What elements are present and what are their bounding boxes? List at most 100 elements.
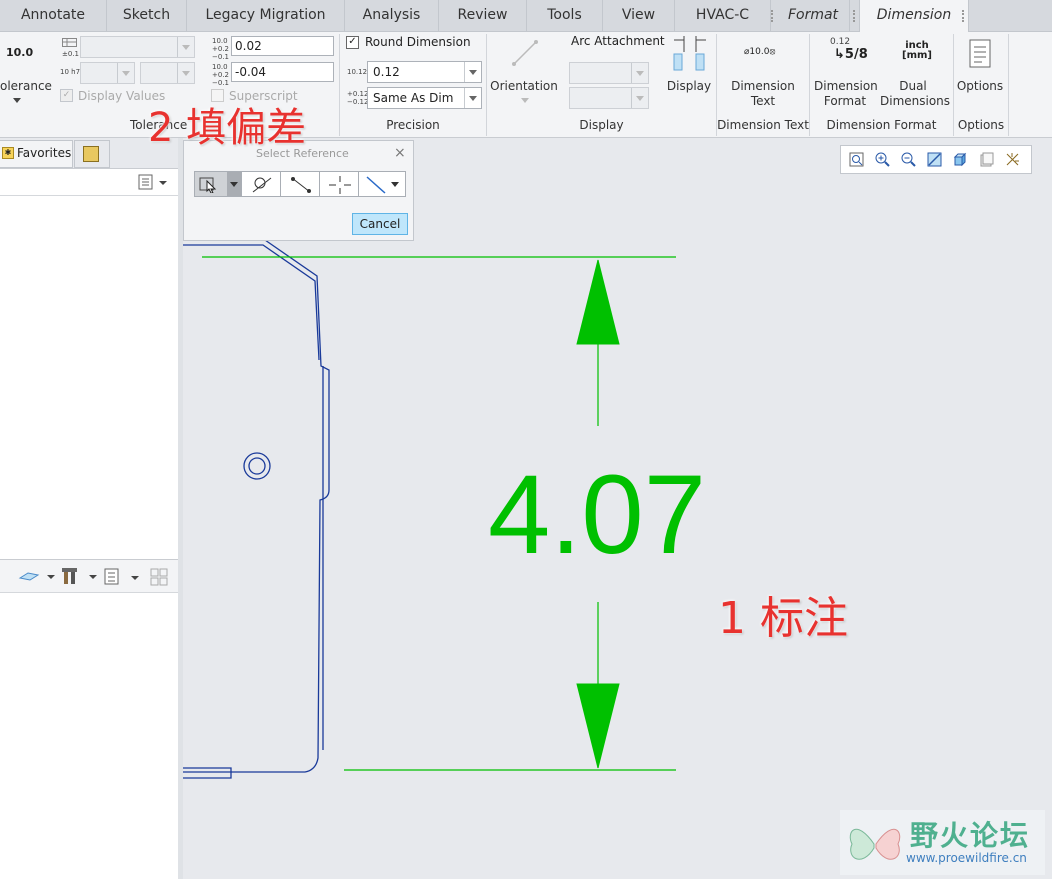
tab-favorites[interactable]: ✱ Favorites — [0, 140, 73, 168]
cancel-button[interactable]: Cancel — [352, 213, 408, 235]
annotation-step-2: 2 填偏差 — [148, 105, 307, 151]
tools-icon[interactable] — [62, 566, 100, 586]
tab-dimension[interactable]: Dimension — [859, 0, 969, 32]
orientation-icon[interactable] — [510, 38, 540, 68]
tab-folder-browser[interactable] — [74, 140, 110, 168]
close-icon[interactable]: × — [394, 145, 406, 161]
part-notch — [183, 767, 232, 779]
arrow-down-icon — [576, 683, 620, 769]
dimension-format-button[interactable]: Dimension Format — [814, 79, 878, 109]
filter-icon[interactable] — [150, 568, 170, 586]
group-separator — [1008, 34, 1009, 136]
crosshair-icon — [329, 176, 351, 194]
tolerance-table-select[interactable] — [80, 36, 195, 58]
round-dimension-label: Round Dimension — [365, 35, 471, 49]
tab-view[interactable]: View — [603, 0, 675, 31]
hole-circle — [243, 452, 271, 480]
tab-hvac-c[interactable]: HVAC-C — [675, 0, 771, 31]
diagonal-line-icon — [366, 176, 386, 194]
dual-dimensions-button[interactable]: Dual Dimensions — [880, 79, 950, 109]
part-outline — [183, 239, 330, 773]
dimension-text-group-label: Dimension Text — [717, 118, 809, 132]
tab-grip-icon — [771, 10, 777, 22]
chevron-down-icon[interactable] — [521, 98, 529, 103]
folder-icon — [83, 146, 99, 162]
edge-icon — [252, 177, 272, 193]
display-style-icon[interactable] — [953, 152, 968, 167]
chevron-down-icon[interactable] — [391, 182, 399, 187]
ribbon-tab-strip: Annotate Sketch Legacy Migration Analysi… — [0, 0, 1052, 32]
tab-sketch[interactable]: Sketch — [107, 0, 187, 31]
star-icon: ✱ — [2, 147, 14, 159]
part-inner-edge — [183, 244, 320, 361]
select-line-button[interactable] — [358, 171, 406, 197]
tab-grip-icon — [853, 10, 859, 22]
repaint-icon[interactable] — [927, 152, 942, 167]
favorites-tab-label: Favorites — [17, 146, 72, 160]
orientation-button[interactable]: Orientation — [490, 79, 558, 94]
watermark-title: 野火论坛 — [910, 819, 1031, 852]
round-dimension-checkbox[interactable]: ✓ — [346, 36, 359, 49]
forum-watermark: 野火论坛 www.proewildfire.cn — [840, 810, 1045, 875]
superscript-checkbox[interactable] — [211, 89, 224, 102]
dimension-text-icon[interactable]: ⌀10.0⦻ — [744, 47, 775, 57]
tab-analysis[interactable]: Analysis — [345, 0, 439, 31]
dimension-text-button[interactable]: Dimension Text — [725, 79, 801, 109]
lower-tolerance-field[interactable]: -0.04 — [231, 62, 334, 82]
arc-attachment-label: Arc Attachment — [571, 34, 665, 48]
sheet-setup-icon[interactable] — [979, 152, 994, 167]
shaft-fit-select[interactable] — [140, 62, 195, 84]
watermark-url: www.proewildfire.cn — [906, 851, 1027, 865]
model-tree-panel: ✱ Favorites — [0, 138, 179, 879]
fit-class-icon: 10 h7 — [60, 68, 81, 76]
show-menu-icon[interactable] — [138, 174, 168, 190]
upper-tolerance-icon: 10.0 +0.2 −0.1 — [212, 37, 229, 61]
tab-annotate[interactable]: Annotate — [0, 0, 107, 31]
tab-review[interactable]: Review — [439, 0, 527, 31]
options-icon[interactable] — [967, 39, 993, 69]
zoom-in-icon[interactable] — [875, 152, 890, 167]
dimension-value-text[interactable]: 4.07 — [462, 455, 732, 575]
display-witness-icon[interactable] — [672, 36, 708, 72]
tolerance-decimals-icon: +0.123 −0.123 — [347, 90, 373, 106]
tab-legacy-migration[interactable]: Legacy Migration — [187, 0, 345, 31]
chevron-down-icon[interactable] — [13, 98, 21, 103]
superscript-label: Superscript — [229, 89, 298, 103]
display-values-checkbox[interactable]: ✓ — [60, 89, 73, 102]
tolerance-button[interactable]: olerance — [0, 79, 52, 94]
arrow-up-icon — [576, 259, 620, 345]
zoom-out-icon[interactable] — [901, 152, 916, 167]
layer-settings-icon[interactable] — [104, 568, 144, 586]
select-point-button[interactable] — [280, 171, 320, 197]
options-group-label: Options — [957, 118, 1005, 132]
annotation-display-icon[interactable] — [1005, 152, 1020, 167]
hole-fit-select[interactable] — [80, 62, 135, 84]
options-button[interactable]: Options — [955, 79, 1005, 94]
tolerance-icon[interactable]: 10.0 — [6, 46, 33, 59]
display-button[interactable]: Display — [666, 79, 712, 94]
display-group-label: Display — [579, 118, 624, 132]
decimal-places-select[interactable]: 0.12 — [367, 61, 482, 83]
arc-attachment-select-2[interactable] — [569, 87, 649, 109]
tab-format[interactable]: Format — [777, 0, 850, 31]
select-edge-button[interactable] — [241, 171, 281, 197]
chevron-down-icon[interactable] — [230, 182, 238, 187]
upper-tolerance-field[interactable]: 0.02 — [231, 36, 334, 56]
butterfly-logo-icon — [849, 828, 901, 860]
dimension-format-icon-top: 0.12 — [830, 37, 851, 47]
refit-icon[interactable] — [849, 152, 864, 167]
tab-tools[interactable]: Tools — [527, 0, 603, 31]
select-any-reference-button[interactable] — [194, 171, 242, 197]
dimension-format-icon[interactable]: ↳5/8 — [834, 47, 868, 62]
tolerance-decimals-select[interactable]: Same As Dim — [367, 87, 482, 109]
lower-tolerance-icon: 10.0 +0.2 −0.1 — [212, 63, 229, 87]
layer-icon[interactable] — [18, 568, 58, 584]
select-reference-dialog: Select Reference × Cancel — [183, 140, 414, 241]
arc-attachment-select-1[interactable] — [569, 62, 649, 84]
view-toolbar — [840, 145, 1032, 174]
annotation-step-1: 1 标注 — [718, 593, 848, 644]
dual-dimensions-icon[interactable]: inch [mm] — [902, 41, 932, 61]
hole-inner-circle — [248, 457, 266, 475]
point-line-icon — [291, 177, 311, 193]
select-intersection-button[interactable] — [319, 171, 359, 197]
